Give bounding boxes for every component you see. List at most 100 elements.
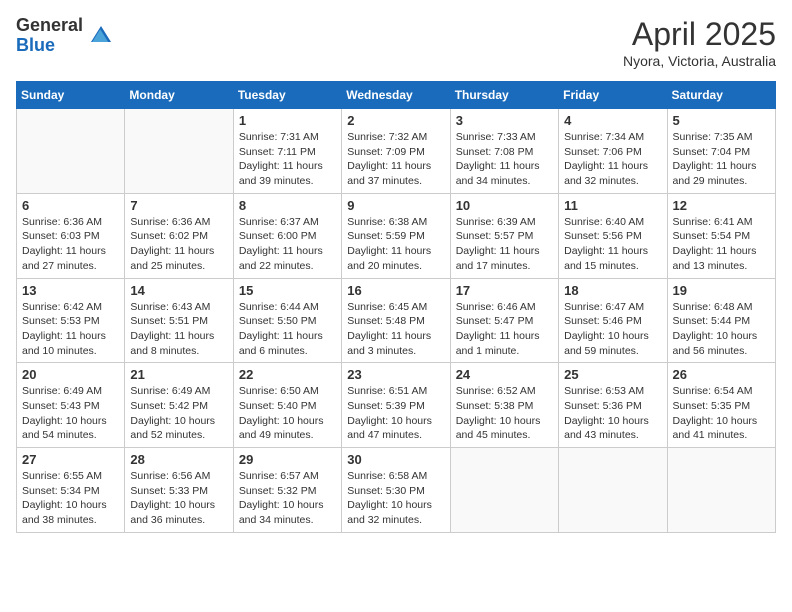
day-detail: Sunrise: 6:48 AM Sunset: 5:44 PM Dayligh… — [673, 300, 770, 359]
day-number: 30 — [347, 452, 444, 467]
day-detail: Sunrise: 6:49 AM Sunset: 5:43 PM Dayligh… — [22, 384, 119, 443]
location: Nyora, Victoria, Australia — [623, 53, 776, 69]
day-detail: Sunrise: 6:36 AM Sunset: 6:03 PM Dayligh… — [22, 215, 119, 274]
day-number: 8 — [239, 198, 336, 213]
calendar-table: SundayMondayTuesdayWednesdayThursdayFrid… — [16, 81, 776, 533]
calendar-cell: 27 Sunrise: 6:55 AM Sunset: 5:34 PM Dayli… — [17, 448, 125, 533]
calendar-cell: 5 Sunrise: 7:35 AM Sunset: 7:04 PM Daylig… — [667, 109, 775, 194]
day-number: 27 — [22, 452, 119, 467]
calendar-cell: 6 Sunrise: 6:36 AM Sunset: 6:03 PM Daylig… — [17, 193, 125, 278]
day-number: 17 — [456, 283, 553, 298]
day-number: 14 — [130, 283, 227, 298]
day-detail: Sunrise: 6:49 AM Sunset: 5:42 PM Dayligh… — [130, 384, 227, 443]
day-number: 5 — [673, 113, 770, 128]
day-number: 4 — [564, 113, 661, 128]
day-number: 19 — [673, 283, 770, 298]
calendar-week-row: 20 Sunrise: 6:49 AM Sunset: 5:43 PM Dayli… — [17, 363, 776, 448]
calendar-cell: 4 Sunrise: 7:34 AM Sunset: 7:06 PM Daylig… — [559, 109, 667, 194]
day-detail: Sunrise: 6:40 AM Sunset: 5:56 PM Dayligh… — [564, 215, 661, 274]
day-detail: Sunrise: 6:52 AM Sunset: 5:38 PM Dayligh… — [456, 384, 553, 443]
day-number: 26 — [673, 367, 770, 382]
calendar-cell: 12Sunrise: 6:41 AM Sunset: 5:54 PM Dayli… — [667, 193, 775, 278]
day-detail: Sunrise: 6:54 AM Sunset: 5:35 PM Dayligh… — [673, 384, 770, 443]
day-number: 11 — [564, 198, 661, 213]
calendar-week-row: 27 Sunrise: 6:55 AM Sunset: 5:34 PM Dayli… — [17, 448, 776, 533]
calendar-cell — [17, 109, 125, 194]
weekday-header-wednesday: Wednesday — [342, 82, 450, 109]
day-detail: Sunrise: 6:56 AM Sunset: 5:33 PM Dayligh… — [130, 469, 227, 528]
weekday-header-thursday: Thursday — [450, 82, 558, 109]
calendar-cell: 7Sunrise: 6:36 AM Sunset: 6:02 PM Daylig… — [125, 193, 233, 278]
day-detail: Sunrise: 7:33 AM Sunset: 7:08 PM Dayligh… — [456, 130, 553, 189]
day-detail: Sunrise: 7:32 AM Sunset: 7:09 PM Dayligh… — [347, 130, 444, 189]
calendar-cell: 22 Sunrise: 6:50 AM Sunset: 5:40 PM Dayli… — [233, 363, 341, 448]
calendar-week-row: 13Sunrise: 6:42 AM Sunset: 5:53 PM Dayli… — [17, 278, 776, 363]
calendar-cell: 1 Sunrise: 7:31 AM Sunset: 7:11 PM Daylig… — [233, 109, 341, 194]
calendar-cell: 10Sunrise: 6:39 AM Sunset: 5:57 PM Dayli… — [450, 193, 558, 278]
day-detail: Sunrise: 6:45 AM Sunset: 5:48 PM Dayligh… — [347, 300, 444, 359]
day-detail: Sunrise: 7:35 AM Sunset: 7:04 PM Dayligh… — [673, 130, 770, 189]
calendar-cell: 2 Sunrise: 7:32 AM Sunset: 7:09 PM Daylig… — [342, 109, 450, 194]
day-detail: Sunrise: 6:51 AM Sunset: 5:39 PM Dayligh… — [347, 384, 444, 443]
day-number: 3 — [456, 113, 553, 128]
calendar-cell: 8 Sunrise: 6:37 AM Sunset: 6:00 PM Daylig… — [233, 193, 341, 278]
weekday-header-row: SundayMondayTuesdayWednesdayThursdayFrid… — [17, 82, 776, 109]
weekday-header-saturday: Saturday — [667, 82, 775, 109]
calendar-cell: 19 Sunrise: 6:48 AM Sunset: 5:44 PM Dayli… — [667, 278, 775, 363]
calendar-cell — [125, 109, 233, 194]
page-header: General Blue April 2025 Nyora, Victoria,… — [16, 16, 776, 69]
day-detail: Sunrise: 6:50 AM Sunset: 5:40 PM Dayligh… — [239, 384, 336, 443]
day-number: 7 — [130, 198, 227, 213]
calendar-cell: 25 Sunrise: 6:53 AM Sunset: 5:36 PM Dayli… — [559, 363, 667, 448]
calendar-week-row: 6 Sunrise: 6:36 AM Sunset: 6:03 PM Daylig… — [17, 193, 776, 278]
day-number: 1 — [239, 113, 336, 128]
day-number: 2 — [347, 113, 444, 128]
day-detail: Sunrise: 7:34 AM Sunset: 7:06 PM Dayligh… — [564, 130, 661, 189]
title-area: April 2025 Nyora, Victoria, Australia — [623, 16, 776, 69]
calendar-cell: 3 Sunrise: 7:33 AM Sunset: 7:08 PM Daylig… — [450, 109, 558, 194]
calendar-cell: 30 Sunrise: 6:58 AM Sunset: 5:30 PM Dayli… — [342, 448, 450, 533]
weekday-header-monday: Monday — [125, 82, 233, 109]
day-detail: Sunrise: 6:43 AM Sunset: 5:51 PM Dayligh… — [130, 300, 227, 359]
calendar-cell: 18 Sunrise: 6:47 AM Sunset: 5:46 PM Dayli… — [559, 278, 667, 363]
logo-general-text: General — [16, 16, 83, 36]
calendar-cell — [667, 448, 775, 533]
day-number: 28 — [130, 452, 227, 467]
logo-icon — [87, 22, 115, 50]
day-detail: Sunrise: 6:57 AM Sunset: 5:32 PM Dayligh… — [239, 469, 336, 528]
day-number: 9 — [347, 198, 444, 213]
calendar-cell: 15Sunrise: 6:44 AM Sunset: 5:50 PM Dayli… — [233, 278, 341, 363]
weekday-header-sunday: Sunday — [17, 82, 125, 109]
calendar-cell: 21Sunrise: 6:49 AM Sunset: 5:42 PM Dayli… — [125, 363, 233, 448]
calendar-cell: 9 Sunrise: 6:38 AM Sunset: 5:59 PM Daylig… — [342, 193, 450, 278]
calendar-cell: 20 Sunrise: 6:49 AM Sunset: 5:43 PM Dayli… — [17, 363, 125, 448]
day-number: 18 — [564, 283, 661, 298]
day-number: 24 — [456, 367, 553, 382]
day-number: 12 — [673, 198, 770, 213]
calendar-cell: 14 Sunrise: 6:43 AM Sunset: 5:51 PM Dayli… — [125, 278, 233, 363]
day-detail: Sunrise: 6:39 AM Sunset: 5:57 PM Dayligh… — [456, 215, 553, 274]
day-number: 6 — [22, 198, 119, 213]
day-detail: Sunrise: 6:37 AM Sunset: 6:00 PM Dayligh… — [239, 215, 336, 274]
day-detail: Sunrise: 6:47 AM Sunset: 5:46 PM Dayligh… — [564, 300, 661, 359]
calendar-week-row: 1 Sunrise: 7:31 AM Sunset: 7:11 PM Daylig… — [17, 109, 776, 194]
weekday-header-tuesday: Tuesday — [233, 82, 341, 109]
calendar-cell: 24 Sunrise: 6:52 AM Sunset: 5:38 PM Dayli… — [450, 363, 558, 448]
day-number: 22 — [239, 367, 336, 382]
calendar-cell: 23 Sunrise: 6:51 AM Sunset: 5:39 PM Dayli… — [342, 363, 450, 448]
day-number: 20 — [22, 367, 119, 382]
day-number: 25 — [564, 367, 661, 382]
day-detail: Sunrise: 6:58 AM Sunset: 5:30 PM Dayligh… — [347, 469, 444, 528]
calendar-cell — [559, 448, 667, 533]
day-detail: Sunrise: 6:53 AM Sunset: 5:36 PM Dayligh… — [564, 384, 661, 443]
day-detail: Sunrise: 6:55 AM Sunset: 5:34 PM Dayligh… — [22, 469, 119, 528]
day-detail: Sunrise: 6:38 AM Sunset: 5:59 PM Dayligh… — [347, 215, 444, 274]
day-detail: Sunrise: 7:31 AM Sunset: 7:11 PM Dayligh… — [239, 130, 336, 189]
month-title: April 2025 — [623, 16, 776, 53]
calendar-cell — [450, 448, 558, 533]
calendar-cell: 11 Sunrise: 6:40 AM Sunset: 5:56 PM Dayli… — [559, 193, 667, 278]
day-detail: Sunrise: 6:46 AM Sunset: 5:47 PM Dayligh… — [456, 300, 553, 359]
calendar-cell: 26 Sunrise: 6:54 AM Sunset: 5:35 PM Dayli… — [667, 363, 775, 448]
day-number: 15 — [239, 283, 336, 298]
day-number: 23 — [347, 367, 444, 382]
